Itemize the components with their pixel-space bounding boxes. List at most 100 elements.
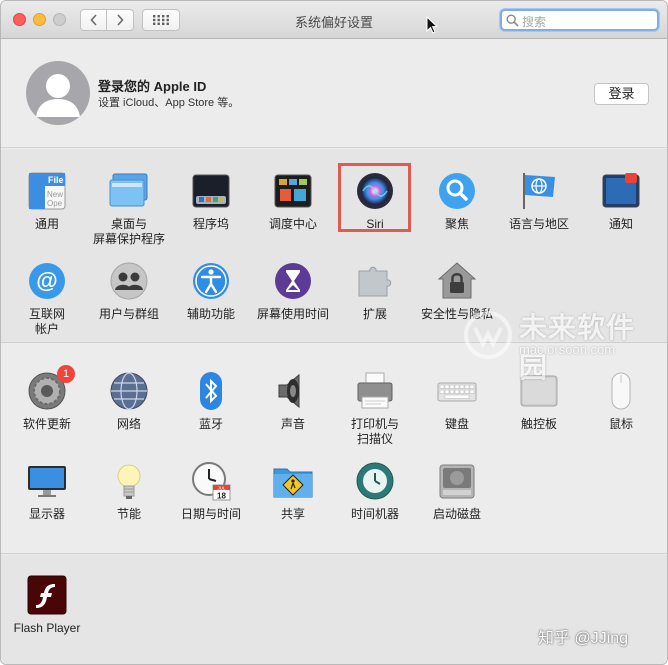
globe-icon xyxy=(109,371,149,411)
pane-date-time[interactable]: JUL 18 日期与时间 xyxy=(170,461,252,522)
pane-label: 聚焦 xyxy=(444,217,469,231)
keyboard-icon xyxy=(437,371,477,411)
search-placeholder: 搜索 xyxy=(522,15,547,29)
users-icon xyxy=(109,261,149,301)
credit-text: 知乎 @JJing xyxy=(538,630,629,647)
pane-label: 屏幕使用时间 xyxy=(256,307,329,321)
pane-label: 节能 xyxy=(116,507,141,521)
siri-icon xyxy=(355,171,395,211)
login-button[interactable]: 登录 xyxy=(594,83,649,105)
pane-label: 声音 xyxy=(280,417,305,431)
apple-id-title: 登录您的 Apple ID xyxy=(98,79,207,94)
update-count-badge: 1 xyxy=(57,365,75,383)
pane-desktop[interactable]: 桌面与 屏幕保护程序 xyxy=(88,171,170,247)
printer-icon xyxy=(355,371,395,411)
pane-label: 键盘 xyxy=(444,417,469,431)
pane-time-machine[interactable]: 时间机器 xyxy=(334,461,416,522)
spotlight-icon xyxy=(437,171,477,211)
pane-mission-control[interactable]: 调度中心 xyxy=(252,171,334,232)
pane-label: 触控板 xyxy=(520,417,557,431)
svg-text:File: File xyxy=(48,175,64,185)
clock-icon: JUL 18 xyxy=(191,461,231,501)
pane-label: 时间机器 xyxy=(350,507,399,521)
time-machine-icon xyxy=(355,461,395,501)
other-prefs-section: Flash Player xyxy=(1,555,667,664)
watermark-logo-icon xyxy=(464,311,512,359)
pane-spotlight[interactable]: 聚焦 xyxy=(416,171,498,232)
pane-label: 语言与地区 xyxy=(508,217,569,231)
pane-label: 桌面与 屏幕保护程序 xyxy=(92,217,165,246)
disk-icon xyxy=(437,461,477,501)
pane-label: 日期与时间 xyxy=(180,507,241,521)
at-icon: @ xyxy=(27,261,67,301)
pane-label: 程序坞 xyxy=(192,217,229,231)
dock-icon xyxy=(191,171,231,211)
pane-notifications[interactable]: 通知 xyxy=(580,171,662,232)
pane-siri[interactable]: Siri xyxy=(334,171,416,232)
puzzle-icon xyxy=(355,261,395,301)
title-bar: 系统偏好设置 搜索 xyxy=(1,1,667,39)
pane-startup-disk[interactable]: 启动磁盘 xyxy=(416,461,498,522)
pane-sound[interactable]: 声音 xyxy=(252,371,334,432)
calendar-day: 18 xyxy=(217,492,226,501)
search-icon xyxy=(506,14,519,27)
avatar[interactable] xyxy=(26,61,90,125)
apple-id-subtitle: 设置 iCloud、App Store 等。 xyxy=(98,97,240,109)
pane-network[interactable]: 网络 xyxy=(88,371,170,432)
desktop-icon xyxy=(109,171,149,211)
pane-label: 共享 xyxy=(280,507,305,521)
mission-control-icon xyxy=(273,171,313,211)
pane-label: 网络 xyxy=(116,417,141,431)
pane-software-update[interactable]: 1 软件更新 xyxy=(6,365,88,432)
svg-text:New: New xyxy=(47,190,63,199)
pane-language[interactable]: 语言与地区 xyxy=(498,171,580,232)
pane-flash-player[interactable]: Flash Player xyxy=(6,575,88,636)
pane-dock[interactable]: 程序坞 xyxy=(170,171,252,232)
pane-bluetooth[interactable]: 蓝牙 xyxy=(170,371,252,432)
house-lock-icon xyxy=(437,261,477,301)
pane-users[interactable]: 用户与群组 xyxy=(88,261,170,322)
pane-label: 显示器 xyxy=(28,507,65,521)
sharing-folder-icon xyxy=(273,461,313,501)
hourglass-icon xyxy=(273,261,313,301)
bluetooth-icon xyxy=(191,371,231,411)
speaker-icon xyxy=(273,371,313,411)
pane-label: 通用 xyxy=(34,217,59,231)
pane-sharing[interactable]: 共享 xyxy=(252,461,334,522)
pane-keyboard[interactable]: 键盘 xyxy=(416,371,498,432)
user-silhouette-icon xyxy=(36,74,80,117)
search-field[interactable]: 搜索 xyxy=(500,9,659,31)
svg-text:Ope: Ope xyxy=(47,199,63,208)
pane-printers[interactable]: 打印机与 扫描仪 xyxy=(334,371,416,447)
general-icon: File New Ope xyxy=(27,171,67,211)
pane-label: 打印机与 扫描仪 xyxy=(350,417,399,446)
pane-label: 通知 xyxy=(608,217,633,231)
pane-extensions[interactable]: 扩展 xyxy=(334,261,416,322)
pane-general[interactable]: File New Ope 通用 xyxy=(6,171,88,232)
pane-label: 辅助功能 xyxy=(186,307,235,321)
pane-label: 鼠标 xyxy=(608,417,633,431)
accessibility-icon xyxy=(191,261,231,301)
display-icon xyxy=(27,461,67,501)
pane-label: 软件更新 xyxy=(22,417,71,431)
pane-screen-time[interactable]: 屏幕使用时间 xyxy=(252,261,334,322)
watermark-url: mac.orsoon.com xyxy=(519,342,616,357)
mouse-cursor-icon xyxy=(426,16,438,34)
pane-displays[interactable]: 显示器 xyxy=(6,461,88,522)
flash-icon xyxy=(27,575,67,615)
watermark: 未来软件园 mac.orsoon.com xyxy=(463,304,663,383)
language-icon xyxy=(519,171,559,211)
pane-label: Flash Player xyxy=(13,621,81,635)
gear-icon: 1 xyxy=(27,365,75,411)
pane-label: 蓝牙 xyxy=(198,417,223,431)
pane-label: 扩展 xyxy=(362,307,387,321)
calendar-month: JUL xyxy=(217,486,225,491)
pane-label: Siri xyxy=(366,217,384,231)
pane-accessibility[interactable]: 辅助功能 xyxy=(170,261,252,322)
apple-id-section: 登录您的 Apple ID 设置 iCloud、App Store 等。 登录 xyxy=(1,39,667,148)
pane-label: 启动磁盘 xyxy=(432,507,481,521)
pane-energy[interactable]: 节能 xyxy=(88,461,170,522)
pane-label: 调度中心 xyxy=(268,217,317,231)
pane-label: 用户与群组 xyxy=(98,307,159,321)
pane-internet-accounts[interactable]: @ 互联网 帐户 xyxy=(6,261,88,337)
